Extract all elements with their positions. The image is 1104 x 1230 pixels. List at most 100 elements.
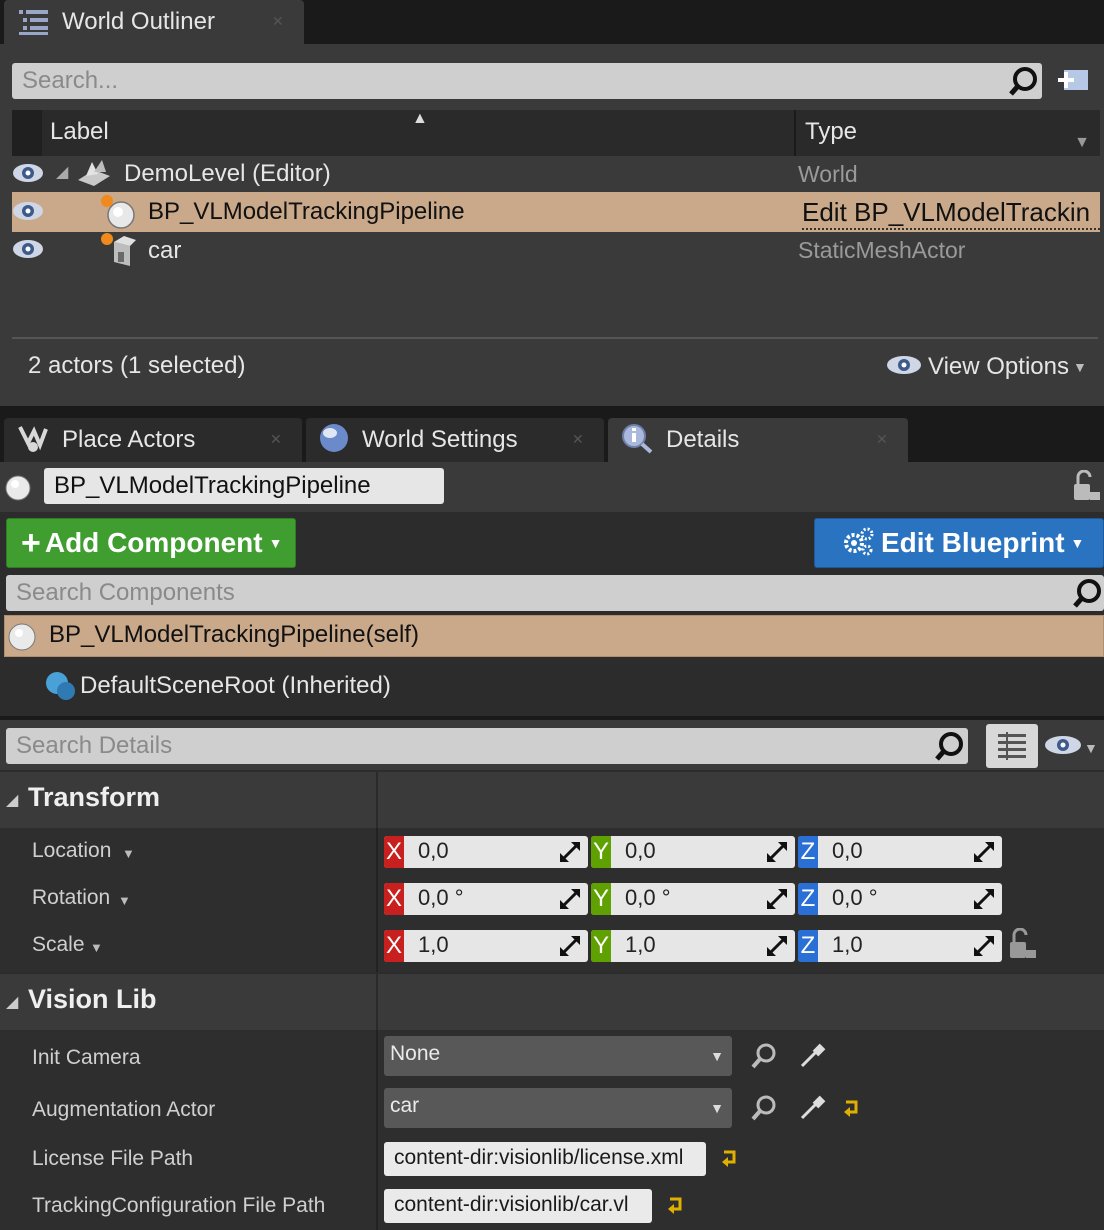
init-camera-select[interactable]: None ▼ bbox=[384, 1036, 732, 1076]
column-type[interactable]: Type bbox=[805, 118, 857, 146]
tab-title: Details bbox=[666, 426, 740, 453]
section-title: Vision Lib bbox=[28, 984, 157, 1014]
details-view-options-button[interactable]: ▼ bbox=[1044, 734, 1098, 761]
column-divider bbox=[376, 974, 378, 1030]
component-item-root[interactable]: DefaultSceneRoot (Inherited) bbox=[0, 658, 1104, 716]
search-icon[interactable] bbox=[934, 731, 966, 768]
column-divider bbox=[376, 828, 378, 972]
list-item[interactable]: ◢ DemoLevel (Editor) World bbox=[12, 156, 1100, 192]
details-panel: BP_VLModelTrackingPipeline + Add Compone… bbox=[0, 462, 1104, 1230]
expand-arrow-icon[interactable]: ◢ bbox=[56, 162, 68, 182]
edit-blueprint-link[interactable]: Edit BP_VLModelTrackin bbox=[802, 197, 1100, 230]
close-icon[interactable]: ✕ bbox=[876, 432, 890, 446]
drag-arrows-icon[interactable] bbox=[767, 889, 787, 914]
scale-z-field[interactable]: Z 1,0 bbox=[798, 930, 1002, 962]
rotation-label[interactable]: Rotation bbox=[32, 886, 110, 910]
drag-arrows-icon[interactable] bbox=[560, 889, 580, 914]
search-components-input[interactable]: Search Components bbox=[6, 575, 1104, 611]
scale-label[interactable]: Scale bbox=[32, 933, 85, 957]
chevron-down-icon: ▼ bbox=[268, 535, 283, 551]
tab-world-settings[interactable]: World Settings ✕ bbox=[306, 418, 604, 462]
property-matrix-button[interactable] bbox=[986, 724, 1038, 768]
eyedropper-icon[interactable] bbox=[798, 1042, 826, 1075]
location-label[interactable]: Location bbox=[32, 839, 111, 863]
lock-icon[interactable] bbox=[1008, 927, 1038, 965]
search-details-input[interactable]: Search Details bbox=[6, 728, 968, 764]
component-item-self[interactable]: BP_VLModelTrackingPipeline(self) bbox=[4, 615, 1104, 657]
rotation-y-field[interactable]: Y 0,0 ° bbox=[591, 883, 795, 915]
rotation-z-field[interactable]: Z 0,0 ° bbox=[798, 883, 1002, 915]
select-value: None bbox=[390, 1042, 441, 1065]
search-placeholder: Search... bbox=[22, 67, 119, 94]
reset-to-default-icon[interactable] bbox=[842, 1098, 862, 1123]
eye-icon[interactable] bbox=[12, 200, 44, 227]
init-camera-label: Init Camera bbox=[32, 1046, 141, 1069]
field-value: 0,0 ° bbox=[625, 885, 671, 910]
drag-arrows-icon[interactable] bbox=[560, 842, 580, 867]
axis-x-label: X bbox=[384, 883, 404, 915]
view-options-button[interactable]: View Options ▼ bbox=[886, 350, 1087, 384]
axis-x-label: X bbox=[384, 836, 404, 868]
rotation-x-field[interactable]: X 0,0 ° bbox=[384, 883, 588, 915]
column-label[interactable]: Label bbox=[50, 118, 109, 146]
chevron-down-icon[interactable]: ▼ bbox=[1074, 134, 1090, 152]
tab-world-outliner[interactable]: World Outliner ✕ bbox=[4, 0, 304, 44]
tab-title: World Outliner bbox=[62, 8, 215, 35]
edit-blueprint-button[interactable]: Edit Blueprint ▼ bbox=[814, 518, 1104, 568]
select-value: car bbox=[390, 1094, 420, 1117]
close-icon[interactable]: ✕ bbox=[572, 432, 586, 446]
tab-details[interactable]: Details ✕ bbox=[608, 418, 908, 462]
list-item-selected[interactable]: BP_VLModelTrackingPipeline Edit BP_VLMod… bbox=[12, 192, 1100, 232]
outliner-search-input[interactable]: Search... bbox=[12, 63, 1042, 99]
field-value: 1,0 bbox=[625, 932, 656, 957]
drag-arrows-icon[interactable] bbox=[560, 936, 580, 961]
browse-search-icon[interactable] bbox=[750, 1094, 778, 1127]
tab-place-actors[interactable]: Place Actors ✕ bbox=[4, 418, 302, 462]
drag-arrows-icon[interactable] bbox=[974, 889, 994, 914]
browse-search-icon[interactable] bbox=[750, 1042, 778, 1075]
eye-icon[interactable] bbox=[12, 238, 44, 265]
search-placeholder: Search Details bbox=[16, 732, 173, 759]
transform-section-header[interactable]: ◢ Transform bbox=[0, 772, 1104, 828]
scale-x-field[interactable]: X 1,0 bbox=[384, 930, 588, 962]
row-type: StaticMeshActor bbox=[798, 237, 966, 263]
actor-name-input[interactable]: BP_VLModelTrackingPipeline bbox=[44, 468, 444, 504]
tracking-config-label: TrackingConfiguration File Path bbox=[32, 1194, 326, 1217]
tracking-config-input[interactable]: content-dir:visionlib/car.vl bbox=[384, 1189, 652, 1223]
vision-lib-section-header[interactable]: ◢ Vision Lib bbox=[0, 974, 1104, 1030]
lock-icon[interactable] bbox=[1072, 469, 1102, 507]
drag-arrows-icon[interactable] bbox=[767, 936, 787, 961]
eye-icon[interactable] bbox=[12, 162, 44, 189]
location-y-field[interactable]: Y 0,0 bbox=[591, 836, 795, 868]
scale-y-field[interactable]: Y 1,0 bbox=[591, 930, 795, 962]
reset-to-default-icon[interactable] bbox=[666, 1195, 686, 1220]
grid-list-icon bbox=[998, 732, 1026, 765]
chevron-down-icon: ▼ bbox=[1072, 359, 1087, 375]
chevron-down-icon[interactable]: ▼ bbox=[90, 940, 103, 955]
drag-arrows-icon[interactable] bbox=[974, 842, 994, 867]
create-folder-icon[interactable] bbox=[1056, 66, 1092, 101]
eye-icon bbox=[886, 354, 922, 381]
drag-arrows-icon[interactable] bbox=[767, 842, 787, 867]
location-z-field[interactable]: Z 0,0 bbox=[798, 836, 1002, 868]
search-icon[interactable] bbox=[1008, 66, 1040, 103]
add-component-button[interactable]: + Add Component ▼ bbox=[6, 518, 296, 568]
axis-y-label: Y bbox=[591, 883, 611, 915]
axis-y-label: Y bbox=[591, 930, 611, 962]
license-path-input[interactable]: content-dir:visionlib/license.xml bbox=[384, 1142, 706, 1176]
chevron-down-icon[interactable]: ▼ bbox=[122, 846, 135, 861]
augmentation-actor-label: Augmentation Actor bbox=[32, 1098, 216, 1121]
column-divider bbox=[376, 1030, 378, 1230]
eyedropper-icon[interactable] bbox=[798, 1094, 826, 1127]
augmentation-actor-select[interactable]: car ▼ bbox=[384, 1088, 732, 1128]
drag-arrows-icon[interactable] bbox=[974, 936, 994, 961]
chevron-down-icon[interactable]: ▼ bbox=[118, 893, 131, 908]
license-path-label: License File Path bbox=[32, 1147, 194, 1170]
search-icon[interactable] bbox=[1072, 578, 1104, 615]
list-item[interactable]: car StaticMeshActor bbox=[12, 232, 1100, 270]
reset-to-default-icon[interactable] bbox=[720, 1148, 740, 1173]
collapse-arrow-icon: ◢ bbox=[6, 792, 19, 809]
location-x-field[interactable]: X 0,0 bbox=[384, 836, 588, 868]
close-icon[interactable]: ✕ bbox=[272, 14, 286, 28]
close-icon[interactable]: ✕ bbox=[270, 432, 284, 446]
